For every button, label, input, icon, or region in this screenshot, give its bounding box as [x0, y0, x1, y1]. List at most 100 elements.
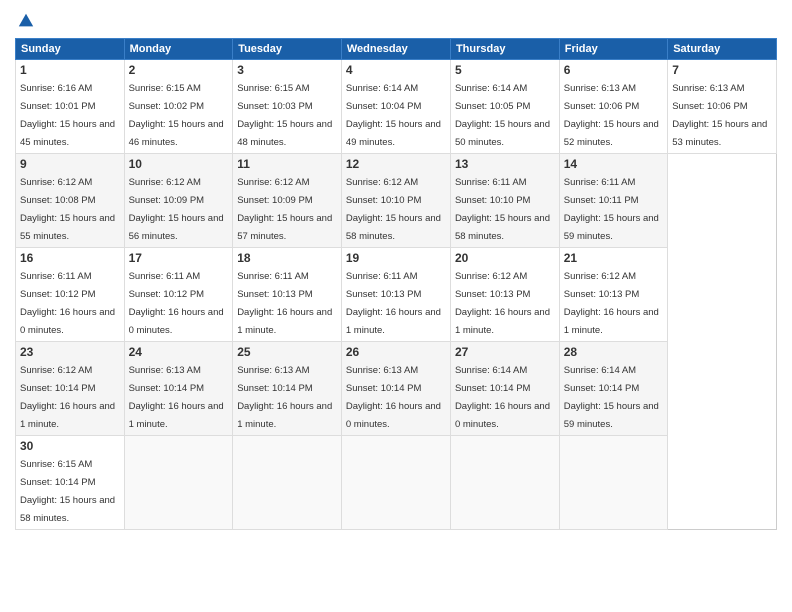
calendar-cell: 7 Sunrise: 6:13 AMSunset: 10:06 PMDayligh…: [668, 60, 777, 154]
calendar-cell: 11 Sunrise: 6:12 AMSunset: 10:09 PMDaylig…: [233, 154, 342, 248]
calendar-cell: 14 Sunrise: 6:11 AMSunset: 10:11 PMDaylig…: [559, 154, 667, 248]
day-number: 11: [237, 157, 337, 171]
week-row-2: 9 Sunrise: 6:12 AMSunset: 10:08 PMDayligh…: [16, 154, 777, 248]
day-info: Sunrise: 6:11 AMSunset: 10:11 PMDaylight…: [564, 177, 659, 242]
day-info: Sunrise: 6:12 AMSunset: 10:09 PMDaylight…: [237, 177, 332, 242]
calendar-cell: [233, 436, 342, 530]
weekday-header-saturday: Saturday: [668, 39, 777, 60]
calendar-cell: 5 Sunrise: 6:14 AMSunset: 10:05 PMDayligh…: [450, 60, 559, 154]
day-number: 13: [455, 157, 555, 171]
day-info: Sunrise: 6:12 AMSunset: 10:13 PMDaylight…: [564, 271, 659, 336]
day-info: Sunrise: 6:14 AMSunset: 10:04 PMDaylight…: [346, 83, 441, 148]
calendar-cell: 18 Sunrise: 6:11 AMSunset: 10:13 PMDaylig…: [233, 248, 342, 342]
calendar-cell: [450, 436, 559, 530]
day-number: 9: [20, 157, 120, 171]
calendar-cell: 20 Sunrise: 6:12 AMSunset: 10:13 PMDaylig…: [450, 248, 559, 342]
day-number: 1: [20, 63, 120, 77]
calendar-cell: 21 Sunrise: 6:12 AMSunset: 10:13 PMDaylig…: [559, 248, 667, 342]
day-info: Sunrise: 6:11 AMSunset: 10:13 PMDaylight…: [237, 271, 332, 336]
calendar-cell: 19 Sunrise: 6:11 AMSunset: 10:13 PMDaylig…: [341, 248, 450, 342]
day-number: 25: [237, 345, 337, 359]
day-info: Sunrise: 6:11 AMSunset: 10:12 PMDaylight…: [20, 271, 115, 336]
calendar-cell: 6 Sunrise: 6:13 AMSunset: 10:06 PMDayligh…: [559, 60, 667, 154]
calendar-page: SundayMondayTuesdayWednesdayThursdayFrid…: [0, 0, 792, 612]
calendar-cell: 24 Sunrise: 6:13 AMSunset: 10:14 PMDaylig…: [124, 342, 233, 436]
logo-icon: [17, 12, 35, 30]
logo: [15, 10, 35, 30]
calendar-cell: 23 Sunrise: 6:12 AMSunset: 10:14 PMDaylig…: [16, 342, 125, 436]
day-number: 26: [346, 345, 446, 359]
day-info: Sunrise: 6:14 AMSunset: 10:14 PMDaylight…: [564, 365, 659, 430]
calendar-cell: [341, 436, 450, 530]
day-info: Sunrise: 6:12 AMSunset: 10:08 PMDaylight…: [20, 177, 115, 242]
day-number: 12: [346, 157, 446, 171]
week-row-5: 30 Sunrise: 6:15 AMSunset: 10:14 PMDaylig…: [16, 436, 777, 530]
day-info: Sunrise: 6:13 AMSunset: 10:14 PMDaylight…: [346, 365, 441, 430]
calendar-cell: 12 Sunrise: 6:12 AMSunset: 10:10 PMDaylig…: [341, 154, 450, 248]
weekday-header-thursday: Thursday: [450, 39, 559, 60]
weekday-header-friday: Friday: [559, 39, 667, 60]
day-number: 18: [237, 251, 337, 265]
day-number: 7: [672, 63, 772, 77]
weekday-header-sunday: Sunday: [16, 39, 125, 60]
calendar-cell: 26 Sunrise: 6:13 AMSunset: 10:14 PMDaylig…: [341, 342, 450, 436]
day-info: Sunrise: 6:12 AMSunset: 10:13 PMDaylight…: [455, 271, 550, 336]
week-row-4: 23 Sunrise: 6:12 AMSunset: 10:14 PMDaylig…: [16, 342, 777, 436]
day-number: 16: [20, 251, 120, 265]
day-info: Sunrise: 6:11 AMSunset: 10:10 PMDaylight…: [455, 177, 550, 242]
day-info: Sunrise: 6:13 AMSunset: 10:14 PMDaylight…: [129, 365, 224, 430]
day-number: 3: [237, 63, 337, 77]
day-number: 21: [564, 251, 663, 265]
day-number: 19: [346, 251, 446, 265]
weekday-header-tuesday: Tuesday: [233, 39, 342, 60]
calendar-cell: [559, 436, 667, 530]
day-number: 17: [129, 251, 229, 265]
calendar-cell: [124, 436, 233, 530]
day-number: 5: [455, 63, 555, 77]
day-info: Sunrise: 6:14 AMSunset: 10:05 PMDaylight…: [455, 83, 550, 148]
day-number: 23: [20, 345, 120, 359]
calendar-cell: 9 Sunrise: 6:12 AMSunset: 10:08 PMDayligh…: [16, 154, 125, 248]
weekday-header-row: SundayMondayTuesdayWednesdayThursdayFrid…: [16, 39, 777, 60]
calendar-cell: 13 Sunrise: 6:11 AMSunset: 10:10 PMDaylig…: [450, 154, 559, 248]
weekday-header-monday: Monday: [124, 39, 233, 60]
day-info: Sunrise: 6:15 AMSunset: 10:02 PMDaylight…: [129, 83, 224, 148]
calendar-cell: 16 Sunrise: 6:11 AMSunset: 10:12 PMDaylig…: [16, 248, 125, 342]
calendar-cell: 28 Sunrise: 6:14 AMSunset: 10:14 PMDaylig…: [559, 342, 667, 436]
day-info: Sunrise: 6:15 AMSunset: 10:03 PMDaylight…: [237, 83, 332, 148]
day-info: Sunrise: 6:13 AMSunset: 10:06 PMDaylight…: [672, 83, 767, 148]
day-number: 4: [346, 63, 446, 77]
calendar-cell: 1 Sunrise: 6:16 AMSunset: 10:01 PMDayligh…: [16, 60, 125, 154]
week-row-1: 1 Sunrise: 6:16 AMSunset: 10:01 PMDayligh…: [16, 60, 777, 154]
calendar-cell: 25 Sunrise: 6:13 AMSunset: 10:14 PMDaylig…: [233, 342, 342, 436]
calendar-body: 1 Sunrise: 6:16 AMSunset: 10:01 PMDayligh…: [16, 60, 777, 530]
calendar-cell: 3 Sunrise: 6:15 AMSunset: 10:03 PMDayligh…: [233, 60, 342, 154]
weekday-header-wednesday: Wednesday: [341, 39, 450, 60]
day-number: 10: [129, 157, 229, 171]
day-number: 2: [129, 63, 229, 77]
day-info: Sunrise: 6:14 AMSunset: 10:14 PMDaylight…: [455, 365, 550, 430]
day-info: Sunrise: 6:15 AMSunset: 10:14 PMDaylight…: [20, 459, 115, 524]
calendar-cell: 4 Sunrise: 6:14 AMSunset: 10:04 PMDayligh…: [341, 60, 450, 154]
day-number: 24: [129, 345, 229, 359]
calendar-cell: 2 Sunrise: 6:15 AMSunset: 10:02 PMDayligh…: [124, 60, 233, 154]
day-info: Sunrise: 6:12 AMSunset: 10:09 PMDaylight…: [129, 177, 224, 242]
day-info: Sunrise: 6:11 AMSunset: 10:12 PMDaylight…: [129, 271, 224, 336]
day-info: Sunrise: 6:11 AMSunset: 10:13 PMDaylight…: [346, 271, 441, 336]
day-info: Sunrise: 6:13 AMSunset: 10:14 PMDaylight…: [237, 365, 332, 430]
calendar-cell: 30 Sunrise: 6:15 AMSunset: 10:14 PMDaylig…: [16, 436, 125, 530]
day-number: 30: [20, 439, 120, 453]
calendar-cell: 17 Sunrise: 6:11 AMSunset: 10:12 PMDaylig…: [124, 248, 233, 342]
day-number: 6: [564, 63, 663, 77]
day-number: 14: [564, 157, 663, 171]
day-info: Sunrise: 6:12 AMSunset: 10:10 PMDaylight…: [346, 177, 441, 242]
day-number: 20: [455, 251, 555, 265]
day-info: Sunrise: 6:13 AMSunset: 10:06 PMDaylight…: [564, 83, 659, 148]
calendar-table: SundayMondayTuesdayWednesdayThursdayFrid…: [15, 38, 777, 530]
day-info: Sunrise: 6:12 AMSunset: 10:14 PMDaylight…: [20, 365, 115, 430]
day-number: 28: [564, 345, 663, 359]
day-number: 27: [455, 345, 555, 359]
header: [15, 10, 777, 30]
calendar-cell: 27 Sunrise: 6:14 AMSunset: 10:14 PMDaylig…: [450, 342, 559, 436]
day-info: Sunrise: 6:16 AMSunset: 10:01 PMDaylight…: [20, 83, 115, 148]
